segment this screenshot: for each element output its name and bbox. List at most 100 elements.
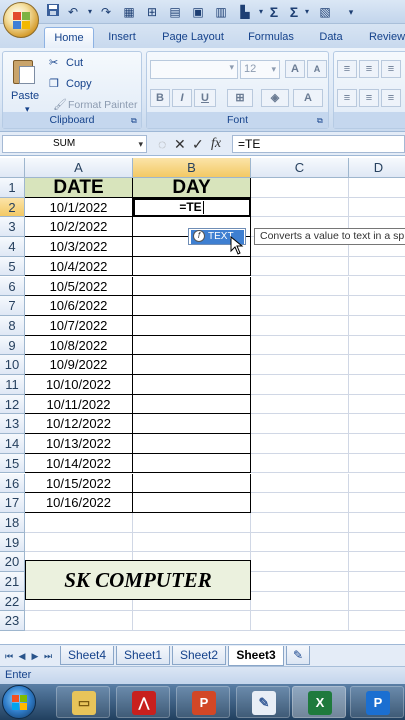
row-header[interactable]: 18: [0, 512, 25, 533]
sk-computer-banner[interactable]: SK COMPUTER: [25, 560, 251, 600]
row-header[interactable]: 6: [0, 276, 25, 297]
date-cell[interactable]: 10/12/2022: [25, 414, 133, 435]
bold-button[interactable]: B: [150, 89, 170, 107]
sheet-tab-sheet2[interactable]: Sheet2: [172, 646, 226, 665]
row-header[interactable]: 8: [0, 315, 25, 336]
align-right-button[interactable]: ≡: [381, 89, 401, 107]
grid-cell[interactable]: [349, 296, 405, 316]
grid-cell[interactable]: [251, 591, 349, 612]
chart-dropdown-icon[interactable]: ▾: [256, 3, 266, 21]
grid-cell[interactable]: [349, 198, 405, 218]
grid-cell[interactable]: [349, 474, 405, 494]
grid-cell[interactable]: [251, 572, 349, 592]
enter-icon[interactable]: ✓: [192, 135, 204, 153]
date-cell[interactable]: 10/5/2022: [25, 276, 133, 297]
grid-cell[interactable]: [251, 414, 349, 435]
date-cell[interactable]: 10/2/2022: [25, 217, 133, 238]
save-icon[interactable]: [45, 3, 61, 21]
row-header[interactable]: 2: [0, 197, 25, 218]
date-cell[interactable]: 10/15/2022: [25, 473, 133, 494]
grid-cell[interactable]: [133, 335, 251, 356]
grid-cell[interactable]: [25, 512, 133, 533]
row-header[interactable]: 15: [0, 453, 25, 474]
row-header[interactable]: 21: [0, 572, 25, 592]
date-cell[interactable]: 10/3/2022: [25, 237, 133, 257]
grid-cell[interactable]: [349, 533, 405, 553]
date-cell[interactable]: 10/8/2022: [25, 335, 133, 356]
date-cell[interactable]: 10/14/2022: [25, 453, 133, 474]
tab-review[interactable]: Review: [362, 27, 405, 48]
date-cell[interactable]: 10/16/2022: [25, 493, 133, 513]
row-header[interactable]: 19: [0, 532, 25, 553]
font-size-box[interactable]: 12 ▾: [240, 60, 280, 79]
grid-cell[interactable]: [251, 315, 349, 336]
picture-icon[interactable]: ▣: [189, 3, 207, 21]
taskbar-powerpoint[interactable]: P: [176, 686, 230, 718]
copy-button[interactable]: Copy: [66, 78, 92, 90]
autosum-icon[interactable]: Σ: [286, 3, 302, 21]
first-sheet-icon[interactable]: ⏮: [3, 649, 15, 663]
column-header-c[interactable]: C: [251, 158, 349, 178]
row-header[interactable]: 23: [0, 611, 25, 632]
row-header[interactable]: 1: [0, 178, 25, 198]
font-name-box[interactable]: ▾: [150, 60, 238, 79]
italic-button[interactable]: I: [172, 89, 192, 107]
grid-cell[interactable]: [25, 532, 133, 553]
paste-button[interactable]: Paste: [11, 90, 39, 102]
grid-cell[interactable]: [251, 552, 349, 572]
grid-cell[interactable]: [349, 178, 405, 198]
date-cell[interactable]: 10/13/2022: [25, 434, 133, 454]
undo-icon[interactable]: ↶: [64, 3, 82, 21]
sum-icon[interactable]: Σ: [266, 3, 282, 21]
document-icon[interactable]: ▧: [316, 3, 334, 21]
grid-cell[interactable]: [349, 336, 405, 356]
grid-cell[interactable]: [133, 315, 251, 336]
grid-cell[interactable]: [349, 355, 405, 375]
cut-button[interactable]: Cut: [66, 57, 83, 69]
grid-cell[interactable]: [349, 611, 405, 632]
fill-color-button[interactable]: ◈: [261, 89, 289, 107]
insert-cells-icon[interactable]: ⊞: [143, 3, 161, 21]
grid-cell[interactable]: [349, 257, 405, 277]
worksheet-grid[interactable]: A B C D SK COMPUTER f TEXT Converts a va…: [0, 158, 405, 644]
row-header[interactable]: 20: [0, 552, 25, 572]
last-sheet-icon[interactable]: ⏭: [42, 649, 54, 663]
grid-cell[interactable]: [251, 355, 349, 375]
font-launcher-icon[interactable]: ⧉: [317, 116, 323, 126]
header-date[interactable]: DATE: [25, 178, 133, 198]
align-left-button[interactable]: ≡: [337, 89, 357, 107]
grid-cell[interactable]: [251, 394, 349, 415]
date-cell[interactable]: 10/4/2022: [25, 256, 133, 277]
next-sheet-icon[interactable]: ▶: [29, 649, 41, 663]
grid-cell[interactable]: [349, 493, 405, 513]
grid-cell[interactable]: [349, 375, 405, 395]
grid-cell[interactable]: [251, 512, 349, 533]
grid-cell[interactable]: [349, 454, 405, 474]
row-header[interactable]: 11: [0, 375, 25, 395]
font-name-dropdown-icon[interactable]: ▾: [229, 62, 234, 73]
insert-function-icon[interactable]: fx: [211, 135, 221, 153]
underline-button[interactable]: U: [194, 89, 216, 107]
column-header-a[interactable]: A: [25, 158, 133, 178]
grid-cell[interactable]: [133, 296, 251, 316]
paste-icon[interactable]: [9, 56, 37, 86]
select-all-corner[interactable]: [0, 158, 25, 178]
date-cell[interactable]: 10/6/2022: [25, 296, 133, 316]
row-header[interactable]: 3: [0, 217, 25, 238]
grid-cell[interactable]: [133, 375, 251, 395]
name-box-dropdown-icon[interactable]: ▾: [138, 136, 143, 152]
shrink-font-button[interactable]: A: [307, 60, 327, 78]
cancel-icon[interactable]: ✕: [174, 135, 186, 153]
grid-cell[interactable]: [251, 453, 349, 474]
grow-font-button[interactable]: A: [285, 60, 305, 78]
autosum-dropdown-icon[interactable]: ▾: [302, 3, 312, 21]
row-header[interactable]: 16: [0, 473, 25, 494]
row-header[interactable]: 12: [0, 394, 25, 415]
grid-cell[interactable]: [25, 611, 133, 632]
start-button[interactable]: [2, 685, 36, 719]
grid-cell[interactable]: [133, 276, 251, 297]
grid-cell[interactable]: [133, 512, 251, 533]
borders-button[interactable]: ⊞: [227, 89, 253, 107]
align-bottom-button[interactable]: ≡: [381, 60, 401, 78]
taskbar-document[interactable]: ✎: [236, 686, 290, 718]
